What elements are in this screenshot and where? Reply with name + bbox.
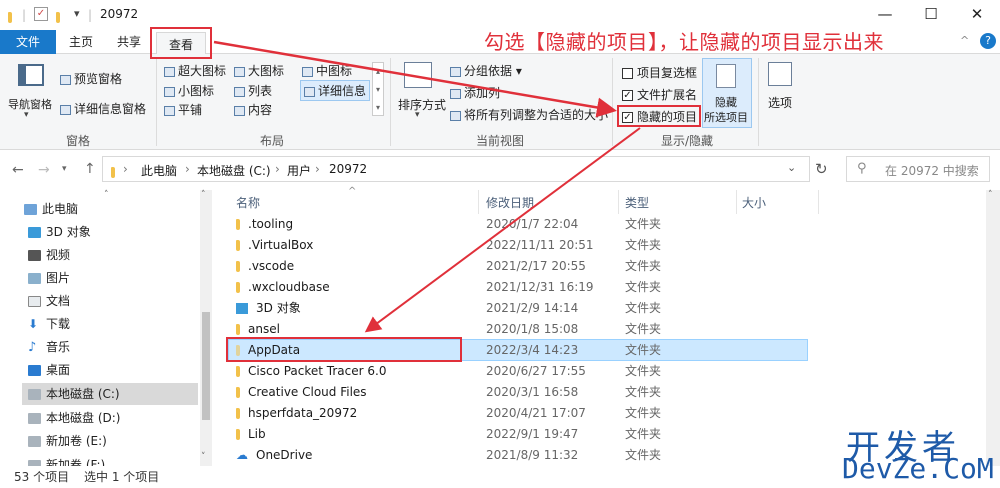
- arrow-to-hidden-items: [213, 40, 617, 118]
- annotation-arrows: [213, 40, 641, 333]
- file-explorer-window: | ✓ ▾ | 20972 — ☐ ✕ 文件 主页 共享 查看 ^ ? 导航窗格…: [0, 0, 1000, 488]
- watermark-bottom: DevZe.CoM: [842, 452, 994, 485]
- arrow-to-appdata: [364, 127, 641, 333]
